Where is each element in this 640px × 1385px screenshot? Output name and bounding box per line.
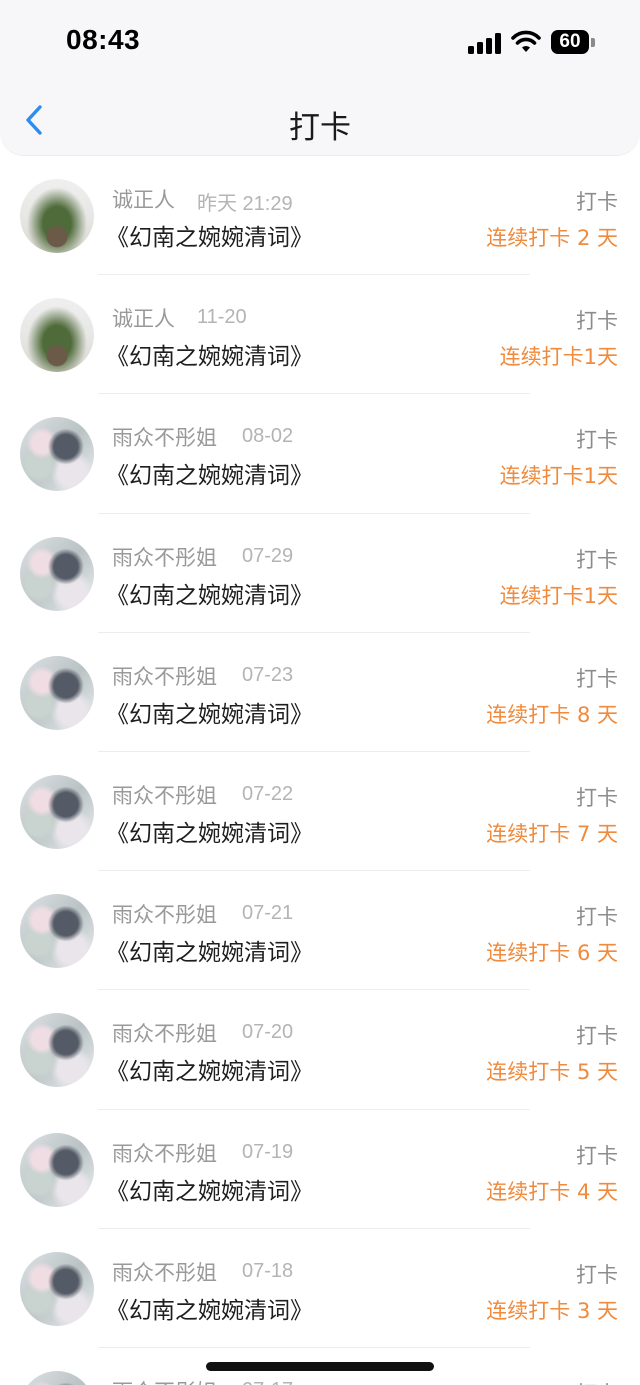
streak-badge: 连续打卡 3 天 [486, 1298, 618, 1323]
checkin-list: 诚正人 昨天 21:29 《幻南之婉婉清词》 打卡 连续打卡 2 天诚正人 11-20 《幻… [0, 156, 640, 1385]
streak-badge: 连续打卡 6 天 [486, 941, 618, 966]
avatar[interactable] [20, 298, 94, 373]
checkin-label: 打卡 [576, 547, 618, 572]
list-item[interactable]: 雨众不彤姐 07-22 《幻南之婉婉清词》 打卡连续打卡 7 天 [0, 752, 640, 872]
status-bar: 08:43 60 [0, 0, 640, 84]
avatar[interactable] [20, 894, 94, 969]
checkin-label: 打卡 [576, 666, 618, 691]
avatar[interactable] [20, 1132, 94, 1207]
list-item[interactable]: 诚正人 昨天 21:29 《幻南之婉婉清词》 打卡连续打卡 2 天 [0, 156, 640, 276]
avatar[interactable] [20, 1251, 94, 1326]
checkin-label: 打卡 [576, 428, 618, 453]
user-name[interactable]: 雨众不彤姐 [112, 661, 217, 691]
checkin-label: 打卡 [576, 1262, 618, 1287]
user-name[interactable]: 雨众不彤姐 [112, 1018, 217, 1048]
user-name[interactable]: 雨众不彤姐 [112, 780, 217, 810]
checkin-date: 07-20 [242, 1021, 294, 1044]
list-item[interactable]: 雨众不彤姐 07-21 《幻南之婉婉清词》 打卡连续打卡 6 天 [0, 871, 640, 991]
status-time: 08:43 [66, 24, 141, 55]
book-title: 《幻南之婉婉清词》 [106, 1059, 313, 1086]
streak-badge: 连续打卡1天 [499, 583, 618, 608]
checkin-date: 07-21 [242, 902, 294, 925]
checkin-date: 07-17 [242, 1379, 293, 1385]
avatar[interactable] [20, 655, 94, 730]
list-item[interactable]: 雨众不彤姐 07-29 《幻南之婉婉清词》 打卡连续打卡1天 [0, 514, 640, 633]
streak-badge: 连续打卡 7 天 [486, 821, 618, 846]
checkin-date: 08-02 [242, 425, 294, 448]
user-name[interactable]: 雨众不彤姐 [112, 1257, 217, 1287]
user-name[interactable]: 雨众不彤姐 [112, 542, 217, 572]
checkin-label: 打卡 [576, 1143, 618, 1168]
avatar[interactable] [20, 1370, 94, 1385]
list-item[interactable]: 雨众不彤姐 07-18 《幻南之婉婉清词》 打卡连续打卡 3 天 [0, 1229, 640, 1348]
user-name[interactable]: 雨众不彤姐 [112, 1376, 217, 1385]
checkin-date: 07-23 [242, 663, 294, 686]
book-title: 《幻南之婉婉清词》 [106, 582, 313, 609]
avatar[interactable] [20, 179, 94, 253]
cellular-signal-icon [468, 32, 502, 54]
streak-badge: 连续打卡1天 [499, 345, 618, 370]
wifi-icon [511, 30, 541, 52]
list-item[interactable]: 诚正人 11-20 《幻南之婉婉清词》 打卡连续打卡1天 [0, 275, 640, 395]
checkin-label: 打卡 [576, 309, 618, 334]
nav-bar: 打卡 [0, 84, 640, 156]
avatar[interactable] [20, 536, 94, 611]
avatar[interactable] [20, 774, 94, 849]
user-name[interactable]: 诚正人 [112, 184, 175, 214]
screen: 08:43 60 打卡 诚正人 昨天 21:29 《幻南之婉婉清词》 打卡 连续打卡 2… [0, 0, 640, 1385]
battery-cap [591, 38, 595, 47]
list-item[interactable]: 雨众不彤姐 08-02 《幻南之婉婉清词》 打卡连续打卡1天 [0, 394, 640, 514]
list-item[interactable]: 雨众不彤姐 07-19 《幻南之婉婉清词》 打卡连续打卡 4 天 [0, 1110, 640, 1229]
avatar[interactable] [20, 1013, 94, 1088]
home-indicator[interactable] [206, 1362, 434, 1371]
checkin-label: 打卡 [576, 1378, 618, 1385]
book-title: 《幻南之婉婉清词》 [106, 1297, 313, 1324]
book-title: 《幻南之婉婉清词》 [106, 463, 313, 490]
avatar[interactable] [20, 417, 94, 492]
streak-badge: 连续打卡 5 天 [486, 1060, 618, 1085]
user-name[interactable]: 雨众不彤姐 [112, 1138, 217, 1168]
checkin-label: 打卡 [576, 785, 618, 810]
top-bar: 08:43 60 打卡 [0, 0, 640, 156]
list-item[interactable]: 雨众不彤姐 07-20 《幻南之婉婉清词》 打卡连续打卡 5 天 [0, 990, 640, 1110]
checkin-date: 07-22 [242, 782, 294, 805]
checkin-date: 昨天 21:29 [197, 193, 293, 215]
book-title: 《幻南之婉婉清词》 [106, 940, 313, 967]
checkin-label: 打卡 [576, 190, 618, 214]
checkin-date: 07-29 [242, 544, 294, 567]
book-title: 《幻南之婉婉清词》 [106, 344, 313, 371]
checkin-date: 11-20 [197, 306, 247, 329]
streak-badge: 连续打卡 2 天 [486, 226, 618, 250]
book-title: 《幻南之婉婉清词》 [106, 1178, 313, 1205]
streak-badge: 连续打卡 8 天 [486, 702, 618, 727]
book-title: 《幻南之婉婉清词》 [106, 820, 313, 847]
book-title: 《幻南之婉婉清词》 [106, 225, 313, 251]
checkin-label: 打卡 [576, 905, 618, 930]
checkin-label: 打卡 [576, 1024, 618, 1049]
battery-icon: 60 [551, 30, 589, 54]
list-item[interactable]: 雨众不彤姐 07-23 《幻南之婉婉清词》 打卡连续打卡 8 天 [0, 633, 640, 752]
user-name[interactable]: 诚正人 [112, 303, 175, 333]
user-name[interactable]: 雨众不彤姐 [112, 899, 217, 929]
streak-badge: 连续打卡 4 天 [486, 1179, 618, 1204]
checkin-date: 07-19 [242, 1140, 294, 1163]
user-name[interactable]: 雨众不彤姐 [112, 422, 217, 452]
book-title: 《幻南之婉婉清词》 [106, 701, 313, 728]
checkin-date: 07-18 [242, 1259, 294, 1282]
streak-badge: 连续打卡1天 [499, 464, 618, 489]
page-title: 打卡 [289, 110, 351, 146]
